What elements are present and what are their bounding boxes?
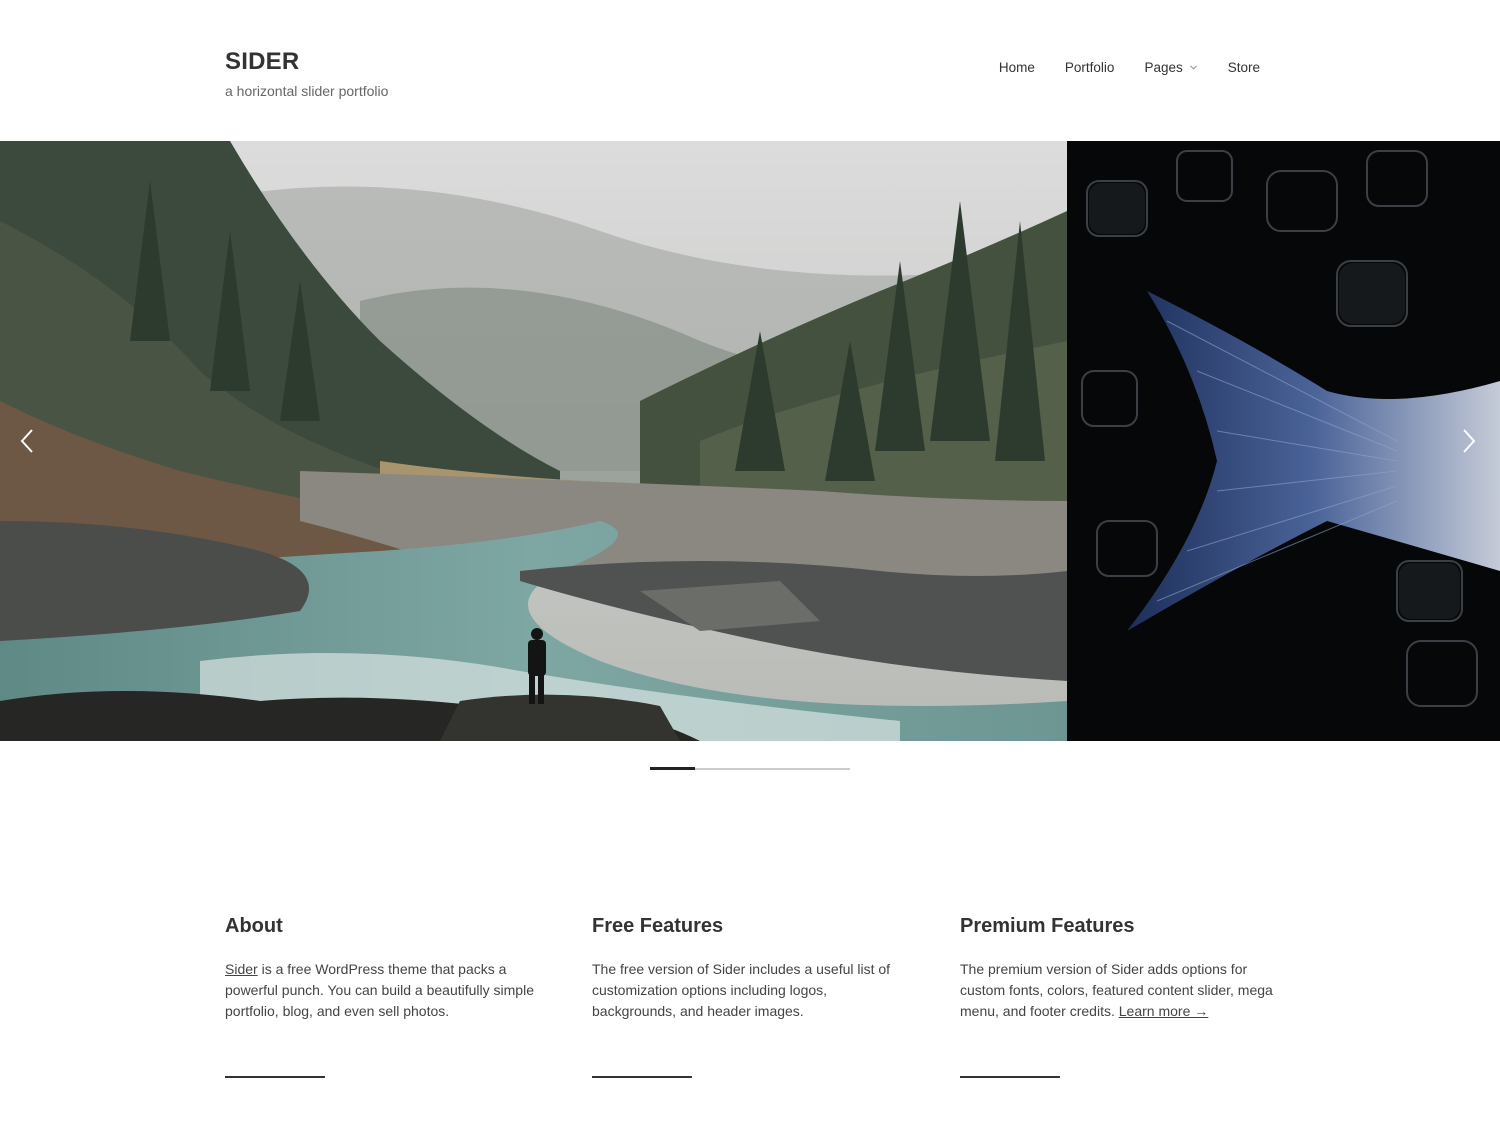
widget-title: About	[225, 915, 283, 937]
slide-forest-river[interactable]	[0, 141, 1067, 741]
site-title[interactable]: SIDER	[225, 48, 299, 76]
about-text: is a free WordPress theme that packs a p…	[225, 961, 534, 1019]
widget-about: About Sider is a free WordPress theme th…	[225, 913, 545, 1078]
main-nav: Home Portfolio Pages Store	[999, 60, 1260, 75]
nav-item-label: Portfolio	[1064, 60, 1115, 75]
widget-title: Free Features	[592, 915, 724, 937]
slider-progress-fill	[650, 767, 695, 770]
fish-tail-image	[1067, 141, 1500, 741]
sider-link[interactable]: Sider	[225, 961, 258, 977]
premium-text: The premium version of Sider adds option…	[960, 961, 1273, 1019]
learn-more-link[interactable]: Learn more →	[1119, 1003, 1208, 1019]
nav-item-store[interactable]: Store	[1228, 60, 1260, 75]
chevron-down-icon	[1189, 65, 1197, 70]
widget-divider	[592, 1076, 692, 1078]
widget-divider	[225, 1076, 325, 1078]
nav-item-portfolio[interactable]: Portfolio	[1065, 60, 1115, 75]
widget-text: The free version of Sider includes a use…	[592, 961, 891, 1019]
nav-item-pages[interactable]: Pages	[1144, 60, 1197, 75]
site-header: SIDER a horizontal slider portfolio Home…	[0, 0, 1500, 141]
nav-item-home[interactable]: Home	[999, 60, 1035, 75]
chevron-left-icon[interactable]	[16, 427, 40, 455]
nav-item-label: Home	[998, 60, 1035, 75]
widget-text: The premium version of Sider adds option…	[960, 959, 1280, 1022]
widget-title: Premium Features	[960, 915, 1135, 937]
slider-progress-bar[interactable]	[650, 767, 850, 770]
nav-item-label: Pages	[1144, 60, 1183, 75]
forest-river-image	[0, 141, 1067, 741]
site-tagline: a horizontal slider portfolio	[225, 83, 389, 99]
slide-fish-tail[interactable]	[1067, 141, 1500, 741]
widget-premium-features: Premium Features The premium version of …	[960, 913, 1280, 1078]
chevron-right-icon[interactable]	[1456, 427, 1480, 455]
widget-divider	[960, 1076, 1060, 1078]
widget-free-features: Free Features The free version of Sider …	[592, 913, 912, 1078]
image-slider[interactable]	[0, 141, 1500, 741]
nav-item-label: Store	[1227, 60, 1260, 75]
widget-text: Sider is a free WordPress theme that pac…	[225, 959, 545, 1022]
